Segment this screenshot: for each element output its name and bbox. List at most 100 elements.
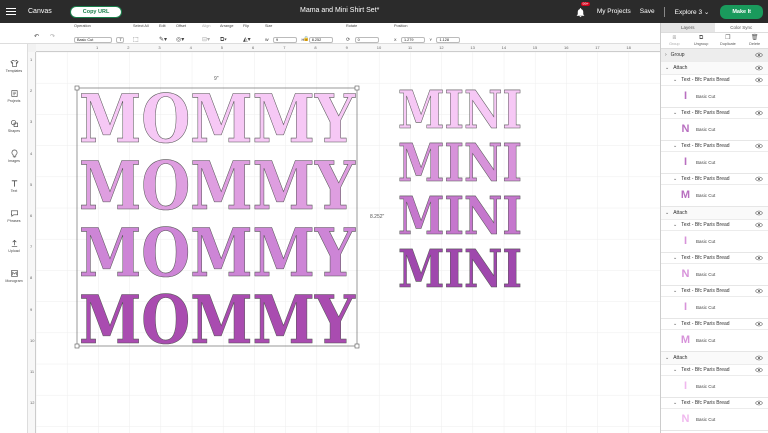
mini-text-group[interactable]: MINIMINIMINIMINI	[398, 80, 523, 301]
layer-text-item[interactable]: ⌄ Text - Bfc Paris Bread	[661, 365, 768, 376]
x-position-input[interactable]: 1.279	[401, 37, 425, 43]
lock-aspect-icon[interactable]: 🔒	[303, 27, 309, 45]
selection-handle[interactable]	[354, 343, 360, 349]
sidebar-item-upload[interactable]: Upload	[0, 239, 28, 253]
operation-select[interactable]: Basic Cut	[74, 37, 112, 43]
sidebar-item-phrases[interactable]: Phrases	[0, 209, 28, 223]
chevron-down-icon[interactable]: ⌄	[673, 321, 677, 327]
layer-cut-setting[interactable]: N Basic Cut	[661, 119, 768, 141]
chevron-down-icon[interactable]: ⌄	[665, 65, 669, 71]
layer-text-item[interactable]: ⌄ Text - Bfc Paris Bread	[661, 174, 768, 185]
mini-text[interactable]: MINI	[398, 239, 523, 301]
my-projects-link[interactable]: My Projects	[597, 8, 631, 15]
layer-cut-setting[interactable]: M Basic Cut	[661, 330, 768, 352]
undo-icon[interactable]: ↶	[34, 25, 39, 43]
layer-cut-setting[interactable]: I Basic Cut	[661, 86, 768, 108]
chevron-down-icon[interactable]: ⌄	[673, 222, 677, 228]
notifications-button[interactable]: 99+	[575, 1, 591, 19]
chevron-down-icon[interactable]: ⌄	[673, 176, 677, 182]
mini-text[interactable]: MINI	[398, 133, 523, 195]
layer-cut-setting[interactable]: N Basic Cut	[661, 264, 768, 286]
layer-text-item[interactable]: ⌄ Text - Bfc Paris Bread	[661, 398, 768, 409]
layer-cut-setting[interactable]: I Basic Cut	[661, 231, 768, 253]
layer-cut-setting[interactable]: N Basic Cut	[661, 409, 768, 431]
group-button[interactable]: ⧈ Group	[661, 33, 688, 48]
eye-icon[interactable]	[755, 176, 763, 182]
tab-layers[interactable]: Layers	[661, 23, 715, 32]
layer-text-item[interactable]: ⌄ Text - Bfc Paris Bread	[661, 220, 768, 231]
eye-icon[interactable]	[755, 52, 763, 58]
layer-text-item[interactable]: ⌄ Text - Bfc Paris Bread	[661, 75, 768, 86]
layer-cut-setting[interactable]: M Basic Cut	[661, 185, 768, 207]
layer-text-item[interactable]: ⌄ Text - Bfc Paris Bread	[661, 286, 768, 297]
layer-attach[interactable]: ⌄ Attach	[661, 207, 768, 220]
eye-icon[interactable]	[755, 77, 763, 83]
sidebar-item-monogram[interactable]: Monogram	[0, 269, 28, 283]
width-input[interactable]: 9	[273, 37, 298, 43]
eye-icon[interactable]	[755, 288, 763, 294]
chevron-down-icon[interactable]: ⌄	[673, 255, 677, 261]
eye-icon[interactable]	[755, 255, 763, 261]
tab-color-sync[interactable]: Color Sync	[715, 23, 768, 32]
eye-icon[interactable]	[755, 143, 763, 149]
sidebar-item-text[interactable]: Text	[0, 179, 28, 193]
redo-icon[interactable]: ↷	[50, 25, 55, 43]
design-canvas[interactable]: MOMMY MOMMY MOMMY MOMMY MINI MINI MINI MINI 9"…	[35, 51, 660, 433]
chevron-down-icon[interactable]: ⌄	[673, 288, 677, 294]
sidebar-item-templates[interactable]: Templates	[0, 59, 28, 73]
arrange-group[interactable]: Arrange ⧉▾	[220, 24, 234, 46]
mommy-text-group[interactable]: MOMMYMOMMYMOMMYMOMMY	[79, 80, 356, 360]
layer-text-item[interactable]: ⌄ Text - Bfc Paris Bread	[661, 141, 768, 152]
layer-attach[interactable]: ⌄ Attach	[661, 352, 768, 365]
layer-cut-setting[interactable]: I Basic Cut	[661, 376, 768, 398]
chevron-right-icon[interactable]: ›	[665, 52, 667, 58]
eye-icon[interactable]	[755, 367, 763, 373]
y-position-input[interactable]: 1.128	[436, 37, 461, 43]
offset-group[interactable]: Offset ◎▾	[176, 24, 186, 46]
layer-text-item[interactable]: ⌄ Text - Bfc Paris Bread	[661, 253, 768, 264]
eye-icon[interactable]	[755, 65, 763, 71]
mini-text[interactable]: MINI	[398, 186, 523, 248]
layer-cut-setting[interactable]: I Basic Cut	[661, 152, 768, 174]
eye-icon[interactable]	[755, 321, 763, 327]
duplicate-button[interactable]: ❐ Duplicate	[715, 33, 742, 48]
sidebar-item-images[interactable]: Images	[0, 149, 28, 163]
make-it-button[interactable]: Make It	[720, 4, 763, 19]
eye-icon[interactable]	[755, 222, 763, 228]
chevron-down-icon[interactable]: ⌄	[665, 210, 669, 216]
mini-text[interactable]: MINI	[398, 80, 523, 142]
chevron-down-icon[interactable]: ⌄	[665, 355, 669, 361]
layer-attach[interactable]: ⌄ Attach	[661, 62, 768, 75]
hamburger-menu-icon[interactable]	[0, 0, 22, 23]
eye-icon[interactable]	[755, 400, 763, 406]
height-input[interactable]: 8.252	[308, 37, 333, 43]
operation-type-toggle[interactable]: T	[116, 37, 125, 43]
layer-text-item[interactable]: ⌄ Text - Bfc Paris Bread	[661, 319, 768, 330]
flip-group[interactable]: Flip ◭▾	[243, 24, 251, 46]
mommy-text[interactable]: MOMMY	[79, 281, 356, 360]
layer-cut-setting[interactable]: I Basic Cut	[661, 297, 768, 319]
eye-icon[interactable]	[755, 210, 763, 216]
chevron-down-icon[interactable]: ⌄	[673, 77, 677, 83]
layer-group[interactable]: › Group	[661, 49, 768, 62]
selection-handle[interactable]	[74, 85, 80, 91]
save-button[interactable]: Save	[640, 8, 655, 15]
delete-button[interactable]: 🗑 Delete	[741, 33, 768, 48]
layer-text-item[interactable]: ⌄ Text - Bfc Paris Bread	[661, 108, 768, 119]
chevron-down-icon[interactable]: ⌄	[673, 143, 677, 149]
edit-group[interactable]: Edit ✎▾	[159, 24, 167, 46]
eye-icon[interactable]	[755, 110, 763, 116]
eye-icon[interactable]	[755, 355, 763, 361]
select-all-group[interactable]: Select All ⬚	[133, 24, 149, 46]
chevron-down-icon[interactable]: ⌄	[673, 110, 677, 116]
chevron-down-icon[interactable]: ⌄	[673, 367, 677, 373]
rotate-input[interactable]: 0	[354, 37, 379, 43]
ungroup-button[interactable]: ⧉ Ungroup	[688, 33, 715, 48]
selection-handle[interactable]	[74, 343, 80, 349]
chevron-down-icon[interactable]: ⌄	[673, 400, 677, 406]
sidebar-item-shapes[interactable]: Shapes	[0, 119, 28, 133]
machine-select-dropdown[interactable]: Explore 3 ⌄	[675, 8, 710, 16]
align-group[interactable]: Align ⊟▾	[202, 24, 210, 46]
sidebar-item-projects[interactable]: Projects	[0, 89, 28, 103]
selection-handle[interactable]	[354, 85, 360, 91]
